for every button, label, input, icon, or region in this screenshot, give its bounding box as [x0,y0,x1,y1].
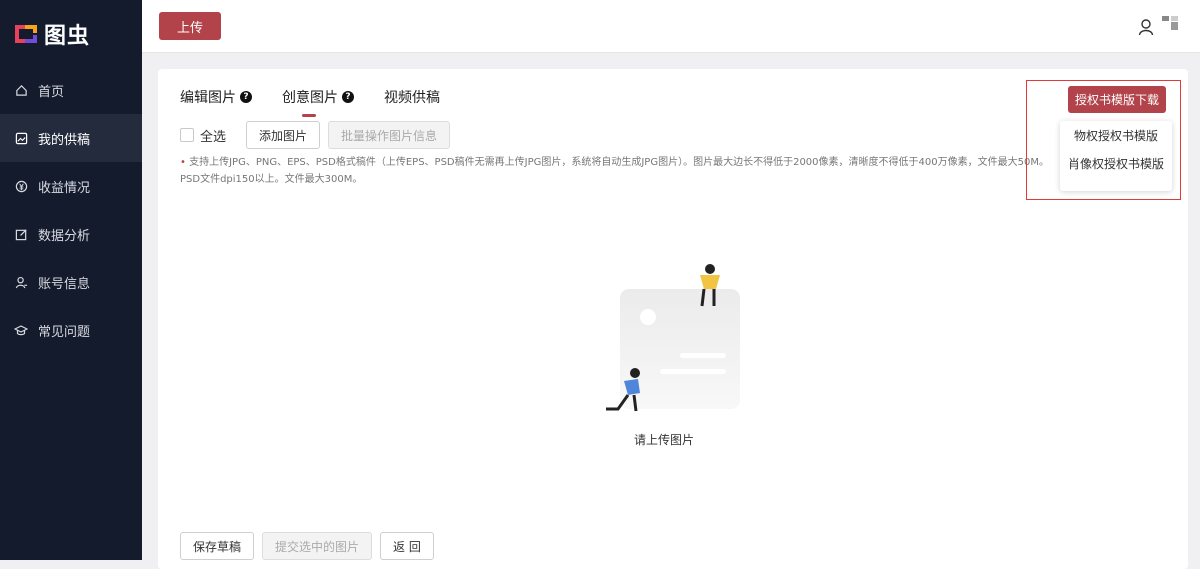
sidebar-item-label: 我的供稿 [38,132,91,148]
sidebar-item-faq[interactable]: 常见问题 [0,306,142,354]
tab-label: 视频供稿 [384,90,440,106]
user-icon [14,275,28,289]
sidebar-item-home[interactable]: 首页 [0,66,142,114]
tab-video-submissions[interactable]: 视频供稿 [384,87,440,107]
sidebar-item-analytics[interactable]: 数据分析 [0,210,142,258]
sidebar-item-account[interactable]: 账号信息 [0,258,142,306]
tab-creative-images[interactable]: 创意图片 ? [282,87,354,117]
sidebar-item-label: 常见问题 [38,324,91,340]
sidebar-item-label: 首页 [38,84,65,100]
empty-state-illustration [606,264,740,412]
top-bar: 上传 [142,0,1200,53]
help-icon[interactable]: ? [240,91,252,103]
sidebar-nav: 首页 我的供稿 收益情况 数据分析 账号信息 常见问题 [0,66,142,354]
sidebar-item-label: 数据分析 [38,228,91,244]
brand-name: 图虫 [44,24,91,49]
select-all-checkbox[interactable]: 全选 [180,126,226,145]
help-icon[interactable]: ? [342,91,354,103]
back-button[interactable]: 返 回 [380,532,434,560]
upload-panel: 编辑图片 ? 创意图片 ? 视频供稿 全选 添加图片 批量操作图片信息 • 支持… [158,69,1188,569]
tab-label: 创意图片 [282,90,338,106]
upload-notice: • 支持上传JPG、PNG、EPS、PSD格式稿件（上传EPS、PSD稿件无需再… [180,154,1080,188]
image-toolbar: 全选 添加图片 批量操作图片信息 [180,121,451,149]
user-icon[interactable] [1138,18,1154,40]
checkbox-box[interactable] [180,128,194,142]
home-icon [14,83,28,97]
select-all-label: 全选 [200,129,227,145]
sidebar-item-my-submissions[interactable]: 我的供稿 [0,114,142,162]
empty-state-label: 请上传图片 [634,433,695,447]
content-tabs: 编辑图片 ? 创意图片 ? 视频供稿 [180,87,470,117]
add-image-button[interactable]: 添加图片 [246,121,321,149]
tab-editorial-images[interactable]: 编辑图片 ? [180,87,252,107]
logo[interactable]: 图虫 [14,18,90,50]
avatar[interactable] [1162,16,1178,32]
notice-bullet: • [180,157,186,168]
upload-button[interactable]: 上传 [159,12,221,40]
sidebar-item-earnings[interactable]: 收益情况 [0,162,142,210]
save-draft-button[interactable]: 保存草稿 [180,532,255,560]
logo-icon [15,25,37,43]
graduation-cap-icon [14,323,28,337]
tab-label: 编辑图片 [180,90,236,106]
submit-selected-button[interactable]: 提交选中的图片 [262,532,373,560]
batch-edit-button[interactable]: 批量操作图片信息 [328,121,451,149]
sidebar: 图虫 首页 我的供稿 收益情况 数据分析 账号信息 常见问题 [0,0,142,560]
sidebar-item-label: 账号信息 [38,276,91,292]
sidebar-item-label: 收益情况 [38,180,91,196]
notice-line-2: PSD文件dpi150以上。文件最大300M。 [180,174,363,185]
yen-icon [14,179,28,193]
image-icon [14,131,28,145]
notice-line-1: 支持上传JPG、PNG、EPS、PSD格式稿件（上传EPS、PSD稿件无需再上传… [189,157,1049,168]
footer-actions: 保存草稿 提交选中的图片 返 回 [180,532,434,560]
edit-chart-icon [14,227,28,241]
annotation-highlight-box [1026,80,1181,200]
